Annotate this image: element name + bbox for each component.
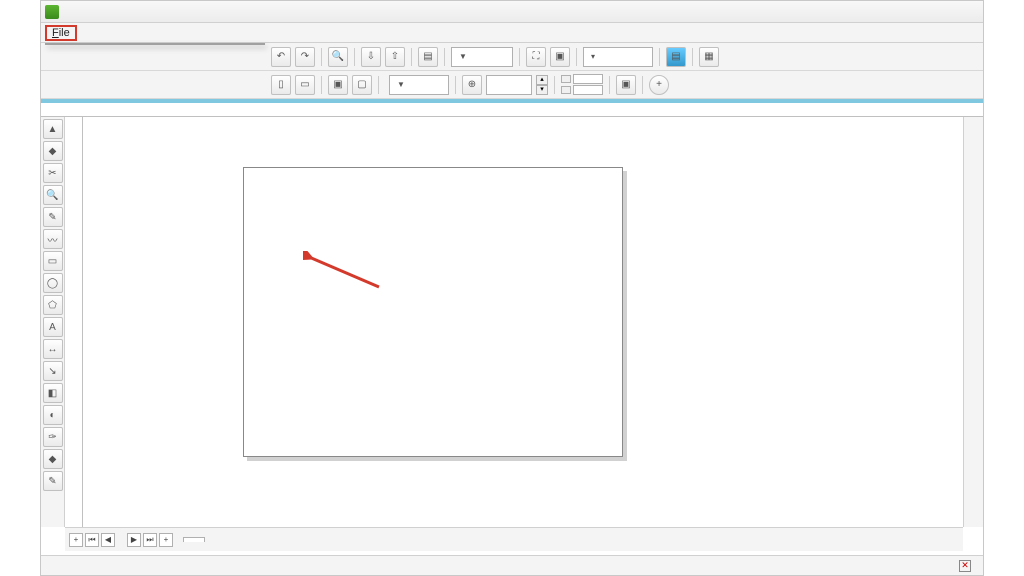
file-menu-dropdown [45, 43, 265, 45]
toolbox: ▲ ◆ ✂ 🔍 ✎ 〰 ▭ ◯ ⬠ A ↔ ↘ ◧ ◐ ✑ ◆ ✎ [41, 117, 65, 527]
page-add2-button[interactable]: + [159, 533, 173, 547]
property-bar: ▯ ▭ ▣ ▢ ▼ ⊕ ▴▾ ▣ + [41, 71, 983, 99]
export-button[interactable]: ⇧ [385, 47, 405, 67]
preview-button[interactable]: ▣ [550, 47, 570, 67]
transparency-tool[interactable]: ◐ [43, 405, 63, 425]
standard-toolbar: ↶ ↷ 🔍 ⇩ ⇧ ▤ ▼ ⛶ ▣ ▾ ▤ ▦ [41, 43, 983, 71]
menu-table[interactable] [175, 31, 189, 35]
page-add-button[interactable]: + [69, 533, 83, 547]
canvas[interactable] [83, 117, 963, 527]
page-current-button[interactable]: ▢ [352, 75, 372, 95]
menu-file[interactable]: File [45, 25, 77, 41]
treat-as-filled-button[interactable]: ▣ [616, 75, 636, 95]
page-navigator: + ⏮ ◀ ▶ ⏭ + [65, 527, 963, 551]
page-first-button[interactable]: ⏮ [85, 533, 99, 547]
nudge-spinner[interactable]: ▴▾ [536, 75, 548, 95]
shape-tool[interactable]: ◆ [43, 141, 63, 161]
snap-combo[interactable]: ▾ [583, 47, 653, 67]
menu-layout[interactable] [105, 31, 119, 35]
page-last-button[interactable]: ⏭ [143, 533, 157, 547]
workspace: ▲ ◆ ✂ 🔍 ✎ 〰 ▭ ◯ ⬠ A ↔ ↘ ◧ ◐ ✑ ◆ ✎ [41, 117, 983, 527]
eyedropper-tool[interactable]: ✑ [43, 427, 63, 447]
orientation-landscape-button[interactable]: ▭ [295, 75, 315, 95]
zoom-combo[interactable]: ▼ [451, 47, 513, 67]
page-next-button[interactable]: ▶ [127, 533, 141, 547]
parallel-tool[interactable]: ↔ [43, 339, 63, 359]
pick-tool[interactable]: ▲ [43, 119, 63, 139]
app-window: File ↶ ↷ 🔍 ⇩ ⇧ ▤ ▼ ⛶ ▣ ▾ ▤ [40, 0, 984, 576]
outline-tool[interactable]: ✎ [43, 471, 63, 491]
nudge-input[interactable] [486, 75, 532, 95]
fill-none-icon: ✕ [959, 560, 971, 572]
duplicate-distance[interactable] [561, 74, 603, 95]
artistic-tool[interactable]: 〰 [43, 229, 63, 249]
nudge-icon: ⊕ [462, 75, 482, 95]
page-prev-button[interactable]: ◀ [101, 533, 115, 547]
options-button[interactable]: ▤ [666, 47, 686, 67]
freehand-tool[interactable]: ✎ [43, 207, 63, 227]
redo-button[interactable]: ↷ [295, 47, 315, 67]
menu-edit[interactable] [77, 31, 91, 35]
fill-tool[interactable]: ◆ [43, 449, 63, 469]
menu-text[interactable] [161, 31, 175, 35]
menu-bar[interactable]: File [41, 23, 983, 43]
publish-button[interactable]: ▤ [418, 47, 438, 67]
rectangle-tool[interactable]: ▭ [43, 251, 63, 271]
undo-button[interactable]: ↶ [271, 47, 291, 67]
menu-help[interactable] [217, 31, 231, 35]
menu-object[interactable] [119, 31, 133, 35]
status-bar: ✕ [41, 555, 983, 575]
fullscreen-button[interactable]: ⛶ [526, 47, 546, 67]
page-tab-1[interactable] [183, 537, 205, 542]
page-all-button[interactable]: ▣ [328, 75, 348, 95]
menu-view[interactable] [91, 31, 105, 35]
crop-tool[interactable]: ✂ [43, 163, 63, 183]
menu-bitmaps[interactable] [147, 31, 161, 35]
color-palette[interactable] [963, 117, 983, 527]
menu-effects[interactable] [133, 31, 147, 35]
zoom-tool[interactable]: 🔍 [43, 185, 63, 205]
ruler-vertical [65, 117, 83, 527]
ellipse-tool[interactable]: ◯ [43, 273, 63, 293]
text-tool[interactable]: A [43, 317, 63, 337]
ruler-horizontal [41, 99, 983, 117]
add-button[interactable]: + [649, 75, 669, 95]
page-rectangle [243, 167, 623, 457]
menu-tools[interactable] [189, 31, 203, 35]
menu-window[interactable] [203, 31, 217, 35]
search-button[interactable]: 🔍 [328, 47, 348, 67]
polygon-tool[interactable]: ⬠ [43, 295, 63, 315]
launcher-button[interactable]: ▦ [699, 47, 719, 67]
app-logo-icon [45, 5, 59, 19]
title-bar [41, 1, 983, 23]
orientation-portrait-button[interactable]: ▯ [271, 75, 291, 95]
dropshadow-tool[interactable]: ◧ [43, 383, 63, 403]
units-combo[interactable]: ▼ [389, 75, 449, 95]
import-button[interactable]: ⇩ [361, 47, 381, 67]
connector-tool[interactable]: ↘ [43, 361, 63, 381]
